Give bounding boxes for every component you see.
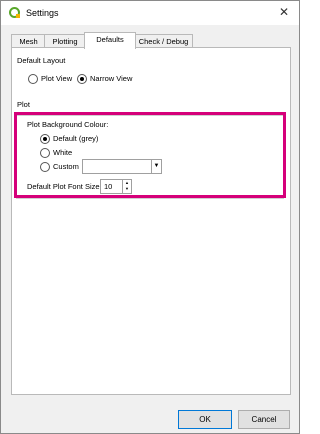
- chevron-down-icon[interactable]: ▼: [151, 160, 161, 173]
- plot-view-label: Plot View: [41, 74, 73, 83]
- tab-check-debug[interactable]: Check / Debug: [134, 34, 193, 48]
- font-size-label: Default Plot Font Size: [27, 182, 100, 191]
- narrow-view-label: Narrow View: [90, 74, 133, 83]
- plot-section-label: Plot: [17, 100, 30, 109]
- title-bar: Settings ✕: [1, 1, 299, 25]
- default-layout-label: Default Layout: [17, 56, 66, 65]
- font-size-spinbox[interactable]: 10 ▲ ▼: [100, 179, 132, 194]
- tab-mesh[interactable]: Mesh: [11, 34, 46, 48]
- window-title: Settings: [26, 8, 59, 18]
- white-radio[interactable]: [40, 148, 50, 158]
- qgis-logo-icon: [9, 7, 20, 18]
- plot-view-radio[interactable]: [28, 74, 38, 84]
- default-grey-label: Default (grey): [53, 134, 99, 143]
- ok-button[interactable]: OK: [178, 410, 232, 429]
- background-colour-label: Plot Background Colour:: [27, 120, 109, 129]
- defaults-panel: Default Layout Plot View Narrow View Plo…: [11, 47, 291, 395]
- close-icon[interactable]: ✕: [279, 6, 289, 18]
- spin-arrows-icon[interactable]: ▲ ▼: [122, 180, 131, 193]
- custom-label: Custom: [53, 162, 79, 171]
- narrow-view-radio[interactable]: [77, 74, 87, 84]
- cancel-button[interactable]: Cancel: [238, 410, 290, 429]
- custom-colour-combo[interactable]: ▼: [82, 159, 162, 174]
- tab-defaults[interactable]: Defaults: [84, 32, 136, 49]
- font-size-value: 10: [104, 182, 113, 191]
- default-grey-radio[interactable]: [40, 134, 50, 144]
- custom-radio[interactable]: [40, 162, 50, 172]
- white-label: White: [53, 148, 73, 157]
- tab-plotting[interactable]: Plotting: [44, 34, 86, 48]
- settings-window: Settings ✕ Mesh Plotting Defaults Check …: [0, 0, 300, 434]
